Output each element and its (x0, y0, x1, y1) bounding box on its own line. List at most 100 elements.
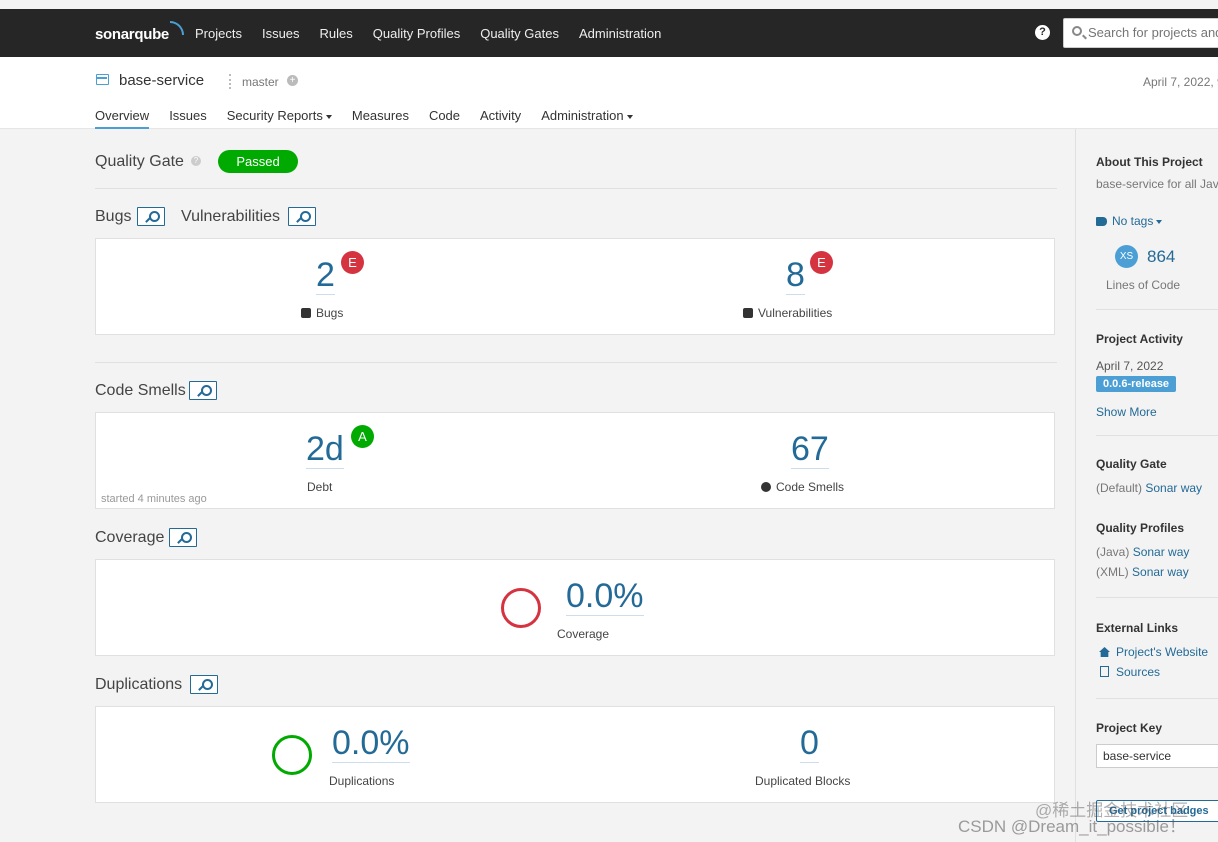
project-description: base-service for all Java (1096, 177, 1218, 191)
debt-label: Debt (307, 480, 333, 494)
code-smells-link-button[interactable] (189, 381, 217, 400)
quality-gate-label: Quality Gate (95, 153, 184, 170)
tab-activity[interactable]: Activity (480, 108, 521, 129)
bugs-value[interactable]: 2 (316, 256, 335, 295)
analysis-started-text: started 4 minutes ago (101, 493, 207, 505)
project-tabs: Overview Issues Security Reports Measure… (95, 108, 653, 129)
search-icon (1072, 26, 1082, 36)
vulnerabilities-value[interactable]: 8 (786, 256, 805, 295)
maintainability-rating-badge[interactable]: A (351, 425, 374, 448)
quality-profiles-title: Quality Profiles (1096, 521, 1185, 535)
nav-quality-gates[interactable]: Quality Gates (480, 26, 559, 41)
help-icon[interactable]: ? (191, 156, 201, 166)
quality-gate-title: Quality Gate (1096, 457, 1167, 471)
java-profile-link[interactable]: Sonar way (1133, 545, 1190, 559)
nav-administration[interactable]: Administration (579, 26, 661, 41)
duplications-donut-chart (272, 735, 312, 775)
coverage-label: Coverage (557, 627, 610, 641)
tab-overview[interactable]: Overview (95, 108, 150, 129)
nav-projects[interactable]: Projects (195, 26, 242, 41)
top-navbar: sonarqube Projects Issues Rules Quality … (0, 9, 1218, 57)
tab-security-reports[interactable]: Security Reports (227, 108, 332, 129)
lines-of-code-label: Lines of Code (1106, 278, 1181, 292)
tab-measures[interactable]: Measures (352, 108, 409, 129)
tab-issues[interactable]: Issues (169, 108, 207, 129)
sonarqube-logo[interactable]: sonarqube (95, 21, 184, 43)
vulnerabilities-link-button[interactable] (288, 207, 316, 226)
coverage-section-title: Coverage (95, 529, 165, 546)
project-website-link[interactable]: Project's Website (1099, 645, 1208, 659)
debt-value[interactable]: 2d (306, 430, 344, 469)
divider (1096, 597, 1218, 598)
project-key-field[interactable] (1096, 744, 1218, 768)
duplications-section-title: Duplications (95, 676, 183, 693)
external-links-title: External Links (1096, 621, 1179, 635)
logo-wave-icon (169, 21, 184, 35)
activity-date: April 7, 2022 (1096, 359, 1164, 373)
tab-code[interactable]: Code (429, 108, 460, 129)
about-title: About This Project (1096, 155, 1203, 169)
coverage-donut-chart (501, 588, 541, 628)
project-sidebar: About This Project base-service for all … (1075, 129, 1218, 842)
search-input[interactable] (1088, 25, 1218, 40)
coverage-link-button[interactable] (169, 528, 197, 547)
branch-name[interactable]: master (242, 75, 279, 89)
document-icon (1100, 666, 1109, 677)
lines-of-code-value[interactable]: 864 (1147, 247, 1175, 267)
quality-profile-java: (Java) Sonar way (1096, 545, 1190, 559)
divider (1096, 698, 1218, 699)
code-smells-label: Code Smells (761, 480, 844, 494)
project-key-title: Project Key (1096, 721, 1163, 735)
code-smell-icon (761, 482, 771, 492)
tab-administration[interactable]: Administration (541, 108, 633, 129)
tags-dropdown[interactable]: No tags (1096, 214, 1163, 228)
tab-administration-label: Administration (541, 108, 624, 123)
nav-issues[interactable]: Issues (262, 26, 300, 41)
sources-link[interactable]: Sources (1100, 665, 1160, 679)
size-rating-badge: XS (1115, 245, 1138, 268)
maintainability-card: 2d A Debt 67 Code Smells started 4 minut… (95, 412, 1055, 509)
divider (1096, 309, 1218, 310)
help-icon[interactable]: ? (1035, 25, 1050, 40)
bugs-rating-badge[interactable]: E (341, 251, 364, 274)
project-icon (96, 74, 109, 85)
home-icon (1099, 647, 1110, 657)
nav-rules[interactable]: Rules (320, 26, 353, 41)
tab-security-reports-label: Security Reports (226, 108, 323, 123)
divider (95, 188, 1057, 189)
project-activity-title: Project Activity (1096, 332, 1183, 346)
duplications-label: Duplications (329, 774, 395, 788)
duplications-value[interactable]: 0.0% (332, 724, 410, 763)
divider (1096, 435, 1218, 436)
main-nav: Projects Issues Rules Quality Profiles Q… (195, 26, 681, 41)
chevron-down-icon (626, 114, 633, 119)
vulnerabilities-rating-badge[interactable]: E (810, 251, 833, 274)
show-more-link[interactable]: Show More (1096, 405, 1157, 419)
code-smells-value[interactable]: 67 (791, 430, 829, 469)
quality-gate-default: (Default) Sonar way (1096, 481, 1203, 495)
bugs-link-button[interactable] (137, 207, 165, 226)
code-smells-section-title: Code Smells (95, 382, 186, 399)
watermark-csdn: CSDN @Dream_it_possible！ (958, 817, 1186, 836)
duplicated-blocks-label: Duplicated Blocks (755, 774, 851, 788)
version-badge: 0.0.6-release (1096, 376, 1177, 392)
duplicated-blocks-value[interactable]: 0 (800, 724, 819, 763)
vulnerabilities-section-title: Vulnerabilities (181, 208, 281, 225)
nav-quality-profiles[interactable]: Quality Profiles (373, 26, 460, 41)
coverage-card: 0.0% Coverage (95, 559, 1055, 656)
coverage-value[interactable]: 0.0% (566, 577, 644, 616)
duplications-link-button[interactable] (190, 675, 218, 694)
xml-profile-link[interactable]: Sonar way (1132, 565, 1189, 579)
reliability-card: 2 E Bugs 8 E Vulnerabilities (95, 238, 1055, 335)
quality-gate-link[interactable]: Sonar way (1145, 481, 1202, 495)
project-name[interactable]: base-service (119, 72, 204, 89)
vulnerabilities-label: Vulnerabilities (743, 306, 832, 320)
chevron-down-icon (325, 114, 332, 119)
branch-help-icon[interactable]: + (287, 75, 298, 86)
divider (95, 362, 1057, 363)
chevron-down-icon (1156, 219, 1163, 224)
bugs-section-title: Bugs (95, 208, 132, 225)
tag-icon (1096, 217, 1107, 226)
search-box (1063, 18, 1218, 48)
bug-icon (301, 308, 311, 318)
